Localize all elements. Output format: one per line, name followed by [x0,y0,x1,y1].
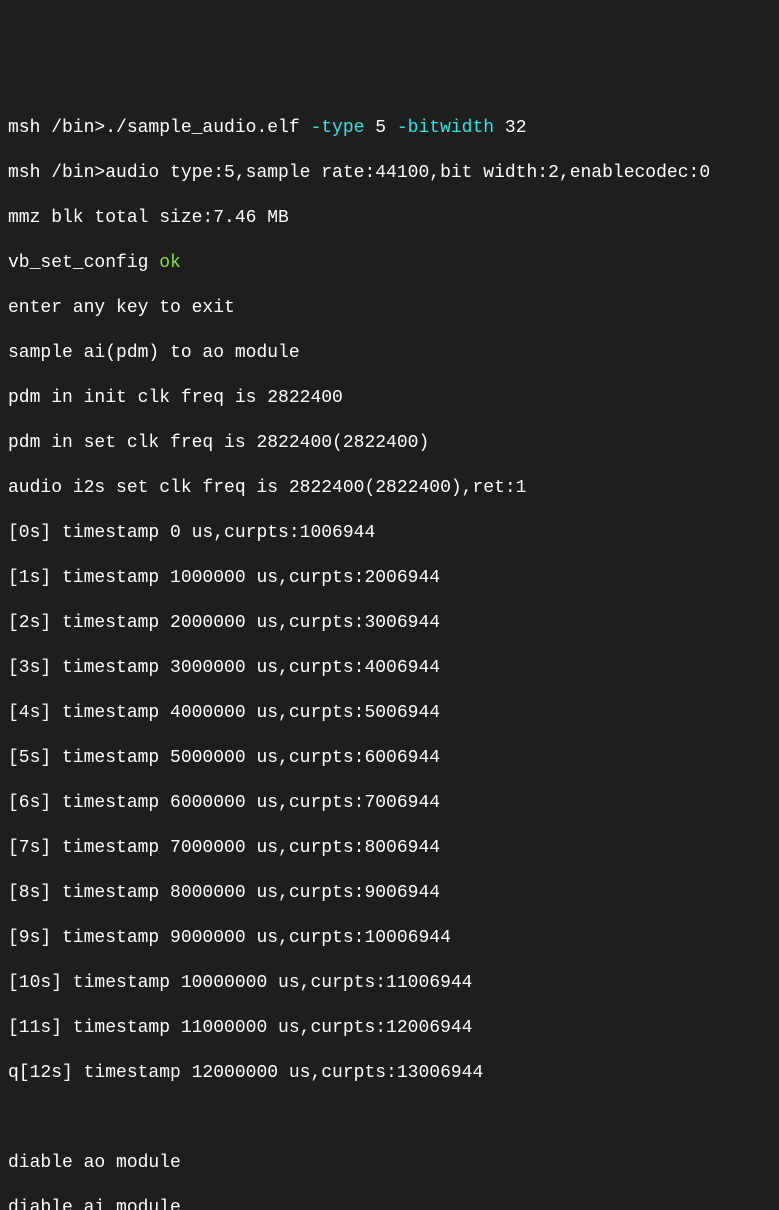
terminal-output[interactable]: msh /bin>./sample_audio.elf -type 5 -bit… [8,94,771,1210]
output-line: pdm in set clk freq is 2822400(2822400) [8,432,771,455]
output-line: audio i2s set clk freq is 2822400(282240… [8,477,771,500]
output-line: msh /bin>audio type:5,sample rate:44100,… [8,162,771,185]
timestamp-line: [11s] timestamp 11000000 us,curpts:12006… [8,1017,771,1040]
output-line: diable ai module [8,1197,771,1210]
timestamp-line: [5s] timestamp 5000000 us,curpts:6006944 [8,747,771,770]
config-label: vb_set_config [8,253,159,273]
output-line: vb_set_config ok [8,252,771,275]
output-line: sample ai(pdm) to ao module [8,342,771,365]
output-line: pdm in init clk freq is 2822400 [8,387,771,410]
timestamp-line: q[12s] timestamp 12000000 us,curpts:1300… [8,1062,771,1085]
output-line: mmz blk total size:7.46 MB [8,207,771,230]
arg-bitwidth-value: 32 [494,118,526,138]
timestamp-line: [4s] timestamp 4000000 us,curpts:5006944 [8,702,771,725]
command-exec: ./sample_audio.elf [105,118,310,138]
timestamp-line: [10s] timestamp 10000000 us,curpts:11006… [8,972,771,995]
timestamp-line: [6s] timestamp 6000000 us,curpts:7006944 [8,792,771,815]
timestamp-line: [3s] timestamp 3000000 us,curpts:4006944 [8,657,771,680]
timestamp-line: [0s] timestamp 0 us,curpts:1006944 [8,522,771,545]
timestamp-line: [2s] timestamp 2000000 us,curpts:3006944 [8,612,771,635]
timestamp-line: [7s] timestamp 7000000 us,curpts:8006944 [8,837,771,860]
timestamp-line: [9s] timestamp 9000000 us,curpts:1000694… [8,927,771,950]
output-line: diable ao module [8,1152,771,1175]
arg-type-value: 5 [364,118,396,138]
timestamp-line: [8s] timestamp 8000000 us,curpts:9006944 [8,882,771,905]
arg-type-flag: -type [310,118,364,138]
command-line: msh /bin>./sample_audio.elf -type 5 -bit… [8,117,771,140]
timestamp-line: [1s] timestamp 1000000 us,curpts:2006944 [8,567,771,590]
blank-line [8,1107,771,1130]
arg-bitwidth-flag: -bitwidth [397,118,494,138]
output-line: enter any key to exit [8,297,771,320]
status-ok: ok [159,253,181,273]
shell-prompt: msh /bin> [8,118,105,138]
